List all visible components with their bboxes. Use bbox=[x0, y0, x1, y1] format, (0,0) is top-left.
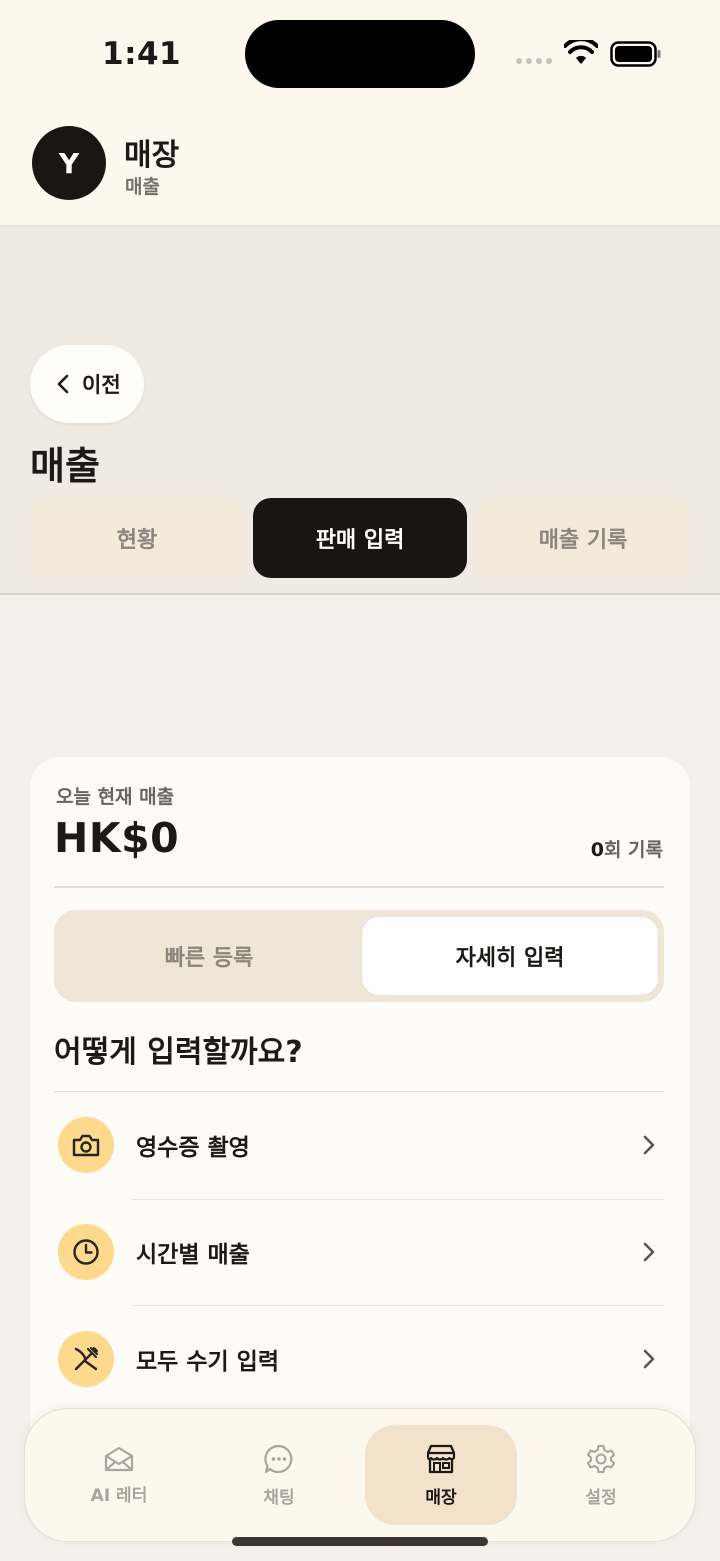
tab-settings-label: 설정 bbox=[585, 1487, 617, 1508]
divider bbox=[54, 886, 664, 888]
dynamic-island bbox=[245, 20, 475, 88]
camera-icon bbox=[58, 1117, 114, 1173]
tab-ai-letter[interactable]: AI 레터 bbox=[43, 1425, 195, 1525]
chevron-right-icon bbox=[643, 1349, 655, 1369]
store-icon bbox=[426, 1444, 456, 1473]
chevron-right-icon bbox=[643, 1135, 655, 1155]
tab-sales-input-label: 판매 입력 bbox=[315, 528, 405, 553]
today-sales-label: 오늘 현재 매출 bbox=[56, 786, 175, 808]
tab-store-label: 매장 bbox=[425, 1487, 457, 1508]
bottom-tab-bar: AI 레터 채팅 매장 설정 bbox=[24, 1408, 696, 1542]
back-button-label: 이전 bbox=[82, 373, 121, 397]
tab-settings[interactable]: 설정 bbox=[525, 1425, 677, 1525]
tab-chat[interactable]: 채팅 bbox=[203, 1425, 355, 1525]
chevron-right-icon bbox=[643, 1242, 655, 1262]
input-method-question: 어떻게 입력할까요? bbox=[54, 1035, 303, 1070]
detailed-input-option[interactable]: 자세히 입력 bbox=[361, 916, 659, 996]
receipt-photo-label: 영수증 촬영 bbox=[136, 1135, 250, 1161]
clock-icon bbox=[58, 1224, 114, 1280]
battery-icon bbox=[610, 41, 661, 67]
mail-icon bbox=[104, 1446, 134, 1471]
today-sales-amount: HK$0 bbox=[54, 814, 180, 862]
tab-sales-history[interactable]: 매출 기록 bbox=[476, 498, 690, 578]
tab-status[interactable]: 현황 bbox=[30, 498, 244, 578]
page-top-section: 이전 매출 현황 판매 입력 매출 기록 bbox=[0, 227, 720, 595]
sales-input-card: 오늘 현재 매출 HK$0 0회 기록 빠른 등록 자세히 입력 어떻게 입력할… bbox=[30, 757, 690, 1477]
gear-icon bbox=[586, 1444, 616, 1473]
chat-icon bbox=[264, 1444, 293, 1473]
record-count-suffix: 회 기록 bbox=[603, 839, 663, 861]
record-count: 0회 기록 bbox=[591, 835, 663, 862]
wifi-icon bbox=[564, 40, 598, 64]
receipt-photo-option[interactable]: 영수증 촬영 bbox=[54, 1092, 664, 1198]
tab-ai-letter-label: AI 레터 bbox=[90, 1485, 148, 1506]
hourly-sales-label: 시간별 매출 bbox=[136, 1242, 250, 1268]
tab-store[interactable]: 매장 bbox=[365, 1425, 517, 1525]
entry-mode-toggle: 빠른 등록 자세히 입력 bbox=[54, 910, 664, 1002]
header-subtitle: 매출 bbox=[125, 176, 160, 198]
tab-chat-label: 채팅 bbox=[263, 1487, 295, 1508]
status-time: 1:41 bbox=[102, 36, 182, 72]
quick-register-label: 빠른 등록 bbox=[164, 946, 254, 971]
page-title: 매출 bbox=[30, 444, 100, 488]
status-bar: 1:41 bbox=[0, 0, 720, 110]
tab-sales-input[interactable]: 판매 입력 bbox=[253, 498, 467, 578]
cellular-signal-icon bbox=[516, 58, 552, 64]
manual-input-label: 모두 수기 입력 bbox=[136, 1349, 279, 1375]
chevron-left-icon bbox=[57, 374, 69, 394]
home-indicator bbox=[232, 1537, 488, 1546]
tab-status-label: 현황 bbox=[116, 528, 158, 553]
avatar[interactable]: Y bbox=[32, 126, 106, 200]
back-button[interactable]: 이전 bbox=[30, 345, 144, 423]
manual-input-option[interactable]: 모두 수기 입력 bbox=[54, 1306, 664, 1412]
hourly-sales-option[interactable]: 시간별 매출 bbox=[54, 1199, 664, 1305]
header-title: 매장 bbox=[124, 138, 180, 173]
utensils-icon bbox=[58, 1331, 114, 1387]
app-header: Y 매장 매출 bbox=[0, 110, 720, 227]
tab-sales-history-label: 매출 기록 bbox=[538, 528, 628, 553]
quick-register-option[interactable]: 빠른 등록 bbox=[60, 916, 358, 996]
detailed-input-label: 자세히 입력 bbox=[455, 946, 565, 971]
record-count-value: 0 bbox=[590, 839, 604, 861]
